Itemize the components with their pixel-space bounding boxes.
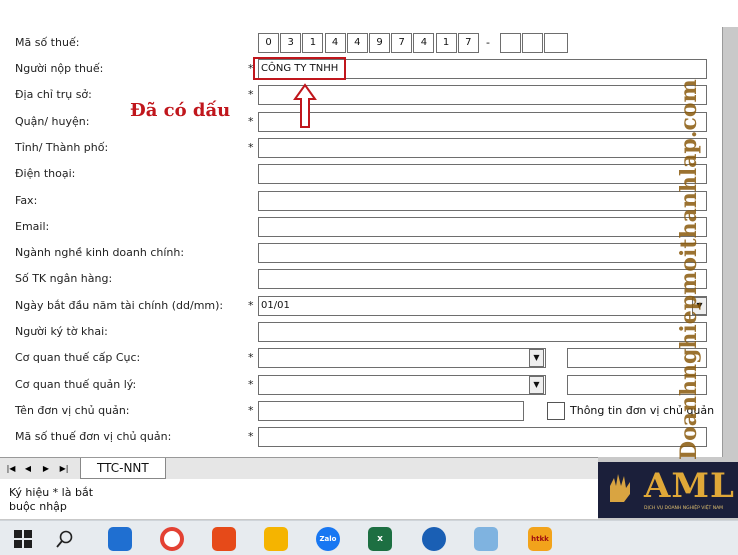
field-label: Mã số thuế đơn vị chủ quản: — [15, 430, 172, 444]
field-input[interactable] — [258, 400, 524, 421]
tax-digit-box[interactable]: 4 — [324, 33, 346, 53]
field-label: Tỉnh/ Thành phố: — [15, 140, 109, 154]
field-input[interactable] — [258, 190, 707, 211]
field-input[interactable] — [258, 427, 707, 448]
field-label: Quận/ huyện: — [15, 114, 90, 128]
brand-name: AML — [644, 466, 735, 506]
field-input[interactable] — [258, 164, 707, 185]
field-input[interactable] — [258, 85, 707, 106]
field-label: Ngành nghề kinh doanh chính: — [15, 246, 185, 260]
tax-digit-box[interactable]: 7 — [457, 33, 479, 53]
file-explorer-icon[interactable] — [264, 527, 288, 551]
dropdown-arrow-icon[interactable]: ▼ — [529, 375, 544, 394]
required-mark: * — [248, 140, 254, 154]
required-mark: * — [248, 88, 254, 102]
field-input[interactable] — [258, 111, 707, 132]
chrome-icon[interactable] — [160, 527, 184, 551]
office-icon[interactable] — [212, 527, 236, 551]
sheet-tab-bar: |◀ ◀ ▶ ▶| TTC-NNT — [0, 457, 598, 480]
tax-code-label: Mã số thuế: — [15, 36, 80, 49]
field-label: Cơ quan thuế quản lý: — [15, 377, 137, 391]
field-input[interactable] — [258, 137, 707, 158]
field-input[interactable] — [258, 348, 546, 369]
annotation-text: Đã có dấu — [130, 100, 231, 121]
field-label: Người nộp thuế: — [15, 62, 104, 75]
dropdown-arrow-icon[interactable]: ▼ — [529, 349, 544, 368]
field-label: Người ký tờ khai: — [15, 325, 108, 338]
tax-digit-box[interactable]: 3 — [280, 33, 302, 53]
parent-unit-checkbox[interactable] — [547, 401, 565, 420]
field-input[interactable] — [258, 243, 707, 264]
highlight-box — [253, 57, 346, 80]
field-input[interactable] — [258, 322, 707, 342]
htkk-app-icon[interactable]: htkk — [528, 527, 552, 551]
tax-digit-box[interactable]: 0 — [258, 33, 279, 53]
note-line-1: Ký hiệu * là bắt — [9, 486, 94, 499]
taskbar: Zalo x htkk — [0, 520, 738, 555]
note-line-2: buộc nhập — [9, 500, 67, 513]
field-label: Điện thoại: — [15, 167, 76, 181]
field-label: Cơ quan thuế cấp Cục: — [15, 351, 141, 365]
field-label: Tên đơn vị chủ quản: — [15, 403, 130, 417]
field-label: Số TK ngân hàng: — [15, 272, 113, 286]
field-input[interactable] — [258, 374, 546, 395]
field-input[interactable] — [258, 269, 707, 290]
up-arrow-icon — [293, 83, 317, 128]
field-input[interactable] — [258, 216, 707, 237]
required-mark: * — [248, 403, 254, 417]
next-sheet-button[interactable]: ▶ — [40, 462, 52, 476]
field-label: Địa chỉ trụ sở: — [15, 88, 92, 102]
field-label: Ngày bắt đầu năm tài chính (dd/mm): — [15, 298, 224, 312]
tax-suffix-box-2[interactable] — [522, 33, 543, 53]
required-mark: * — [248, 377, 254, 391]
hand-logo-icon — [610, 474, 630, 502]
prev-sheet-button[interactable]: ◀ — [22, 462, 34, 476]
last-sheet-button[interactable]: ▶| — [58, 462, 70, 476]
tax-digit-box[interactable]: 9 — [369, 33, 390, 53]
required-note: Ký hiệu * là bắt buộc nhập — [0, 479, 598, 519]
required-mark: * — [248, 114, 254, 128]
windows-start-icon[interactable] — [14, 530, 32, 548]
field-label: Fax: — [15, 193, 38, 207]
field-input[interactable]: 01/01 — [258, 295, 707, 316]
zalo-icon[interactable]: Zalo — [316, 527, 340, 551]
tax-digit-box[interactable]: 7 — [391, 33, 413, 53]
sheet-tab-ttc-nnt[interactable]: TTC-NNT — [80, 458, 166, 479]
watermark: Doanhnghiepmoithanhlap.com — [676, 79, 702, 460]
tax-digit-box[interactable]: 1 — [435, 33, 457, 53]
tax-digit-box[interactable]: 1 — [302, 33, 324, 53]
aml-logo: AML DỊCH VỤ DOANH NGHIỆP VIỆT NAM — [598, 462, 738, 518]
tax-suffix-box-3[interactable] — [544, 33, 568, 53]
calculator-app-icon[interactable] — [108, 527, 132, 551]
tax-suffix-box-1[interactable] — [500, 33, 521, 53]
excel-icon[interactable]: x — [368, 527, 392, 551]
required-mark: * — [248, 430, 254, 444]
tax-digit-box[interactable]: 4 — [413, 33, 435, 53]
tax-separator: - — [486, 36, 490, 49]
first-sheet-button[interactable]: |◀ — [5, 462, 17, 476]
search-icon[interactable] — [56, 530, 74, 548]
required-mark: * — [248, 298, 254, 312]
field-label: Email: — [15, 219, 50, 233]
notes-app-icon[interactable] — [474, 527, 498, 551]
mail-app-icon[interactable] — [422, 527, 446, 551]
top-strip — [0, 0, 738, 27]
tax-digit-box[interactable]: 4 — [346, 33, 368, 53]
brand-tagline: DỊCH VỤ DOANH NGHIỆP VIỆT NAM — [644, 506, 724, 511]
required-mark: * — [248, 351, 254, 365]
